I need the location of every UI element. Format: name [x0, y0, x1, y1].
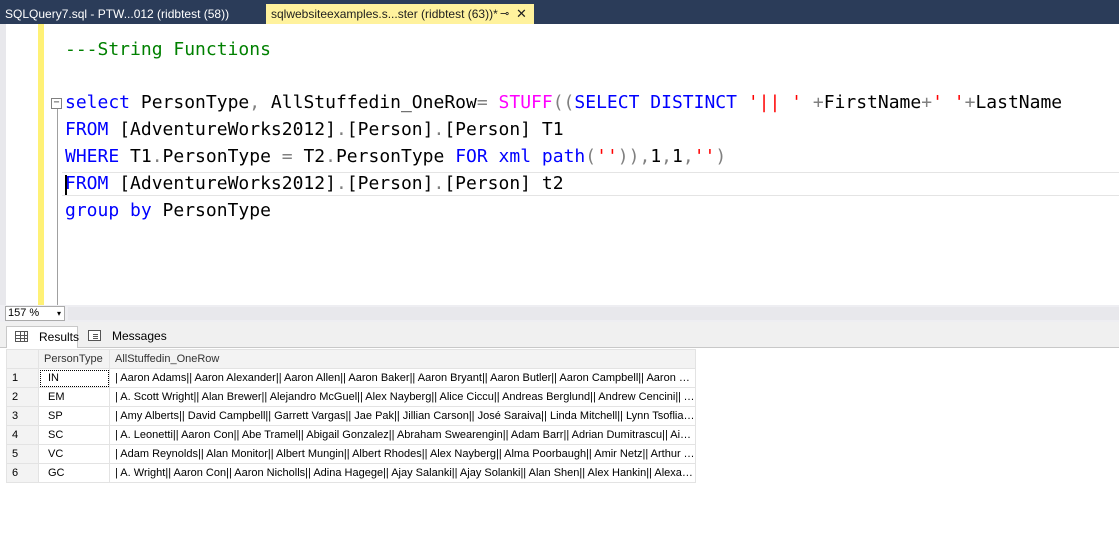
tab-sqlquery7[interactable]: SQLQuery7.sql - PTW...012 (ridbtest (58)…: [0, 4, 260, 24]
cell-persontype[interactable]: VC: [38, 444, 110, 464]
column-header-persontype[interactable]: PersonType: [38, 349, 110, 369]
cell-allstuffedin[interactable]: | A. Wright|| Aaron Con|| Aaron Nicholls…: [109, 463, 696, 483]
cell-allstuffedin[interactable]: | A. Leonetti|| Aaron Con|| Abe Tramel||…: [109, 425, 696, 445]
cell-text: | A. Wright|| Aaron Con|| Aaron Nicholls…: [115, 467, 695, 479]
row-number[interactable]: 1: [6, 368, 39, 388]
grid-header-row: PersonType AllStuffedin_OneRow: [6, 349, 696, 369]
cell-persontype[interactable]: SC: [38, 425, 110, 445]
tab-label: sqlwebsiteexamples.s...ster (ridbtest (6…: [271, 7, 498, 21]
pin-icon[interactable]: ⊸: [500, 4, 509, 24]
code-line-from-t2: FROM [AdventureWorks2012].[Person].[Pers…: [65, 173, 564, 194]
grid-icon: [15, 331, 28, 342]
cell-allstuffedin[interactable]: | A. Scott Wright|| Alan Brewer|| Alejan…: [109, 387, 696, 407]
cell-text: | Adam Reynolds|| Alan Monitor|| Albert …: [115, 448, 695, 460]
tab-label: SQLQuery7.sql - PTW...012 (ridbtest (58)…: [5, 7, 230, 21]
code-line-group-by: group by PersonType: [65, 200, 271, 221]
results-tab-strip: Results Messages: [0, 322, 1119, 348]
row-number[interactable]: 3: [6, 406, 39, 426]
cell-text: | A. Leonetti|| Aaron Con|| Abe Tramel||…: [115, 429, 695, 441]
code-line-where: WHERE T1.PersonType = T2.PersonType FOR …: [65, 146, 727, 167]
messages-icon: [88, 330, 101, 341]
table-row[interactable]: 6 GC | A. Wright|| Aaron Con|| Aaron Nic…: [6, 463, 696, 483]
row-number[interactable]: 5: [6, 444, 39, 464]
code-line-select: select PersonType, AllStuffedin_OneRow= …: [65, 92, 1063, 113]
cell-persontype[interactable]: SP: [38, 406, 110, 426]
cell-allstuffedin[interactable]: | Adam Reynolds|| Alan Monitor|| Albert …: [109, 444, 696, 464]
cell-text: | Amy Alberts|| David Campbell|| Garrett…: [115, 410, 695, 422]
query-editor[interactable]: − ---String Functions select PersonType,…: [0, 24, 1119, 305]
change-tracking-margin: [38, 24, 44, 305]
results-grid-area: PersonType AllStuffedin_OneRow 1 IN | Aa…: [0, 348, 1119, 550]
grid-corner-cell[interactable]: [6, 349, 39, 369]
document-tab-strip: SQLQuery7.sql - PTW...012 (ridbtest (58)…: [0, 0, 1119, 24]
cell-text: | A. Scott Wright|| Alan Brewer|| Alejan…: [115, 391, 695, 403]
zoom-value: 157 %: [8, 307, 40, 319]
table-row[interactable]: 4 SC | A. Leonetti|| Aaron Con|| Abe Tra…: [6, 425, 696, 445]
chevron-down-icon: ▾: [56, 309, 61, 318]
table-row[interactable]: 2 EM | A. Scott Wright|| Alan Brewer|| A…: [6, 387, 696, 407]
text-caret: [65, 175, 67, 195]
tab-results[interactable]: Results: [6, 326, 80, 348]
cell-allstuffedin[interactable]: | Aaron Adams|| Aaron Alexander|| Aaron …: [109, 368, 696, 388]
table-row[interactable]: 1 IN | Aaron Adams|| Aaron Alexander|| A…: [6, 368, 696, 388]
close-icon[interactable]: ✕: [516, 4, 527, 24]
tab-messages[interactable]: Messages: [80, 326, 167, 348]
row-number[interactable]: 2: [6, 387, 39, 407]
cell-allstuffedin[interactable]: | Amy Alberts|| David Campbell|| Garrett…: [109, 406, 696, 426]
column-header-allstuffedin[interactable]: AllStuffedin_OneRow: [109, 349, 696, 369]
outline-line: [57, 105, 58, 305]
tab-sqlwebsiteexamples[interactable]: sqlwebsiteexamples.s...ster (ridbtest (6…: [266, 4, 534, 24]
editor-status-bar: 157 % ▾: [0, 305, 1119, 322]
collapse-icon[interactable]: −: [51, 98, 62, 109]
code-line-from-t1: FROM [AdventureWorks2012].[Person].[Pers…: [65, 119, 564, 140]
tab-messages-label: Messages: [112, 329, 167, 343]
editor-left-strip: [0, 24, 6, 305]
code-line-comment: ---String Functions: [65, 39, 271, 60]
zoom-dropdown[interactable]: 157 % ▾: [5, 306, 65, 321]
cell-persontype[interactable]: GC: [38, 463, 110, 483]
table-row[interactable]: 5 VC | Adam Reynolds|| Alan Monitor|| Al…: [6, 444, 696, 464]
table-row[interactable]: 3 SP | Amy Alberts|| David Campbell|| Ga…: [6, 406, 696, 426]
results-grid: PersonType AllStuffedin_OneRow 1 IN | Aa…: [6, 349, 696, 483]
cell-persontype[interactable]: EM: [38, 387, 110, 407]
horizontal-scrollbar[interactable]: [68, 307, 1119, 320]
cell-text: | Aaron Adams|| Aaron Alexander|| Aaron …: [115, 372, 695, 384]
row-number[interactable]: 6: [6, 463, 39, 483]
row-number[interactable]: 4: [6, 425, 39, 445]
tab-results-label: Results: [39, 330, 80, 344]
cell-persontype[interactable]: IN: [38, 368, 110, 388]
